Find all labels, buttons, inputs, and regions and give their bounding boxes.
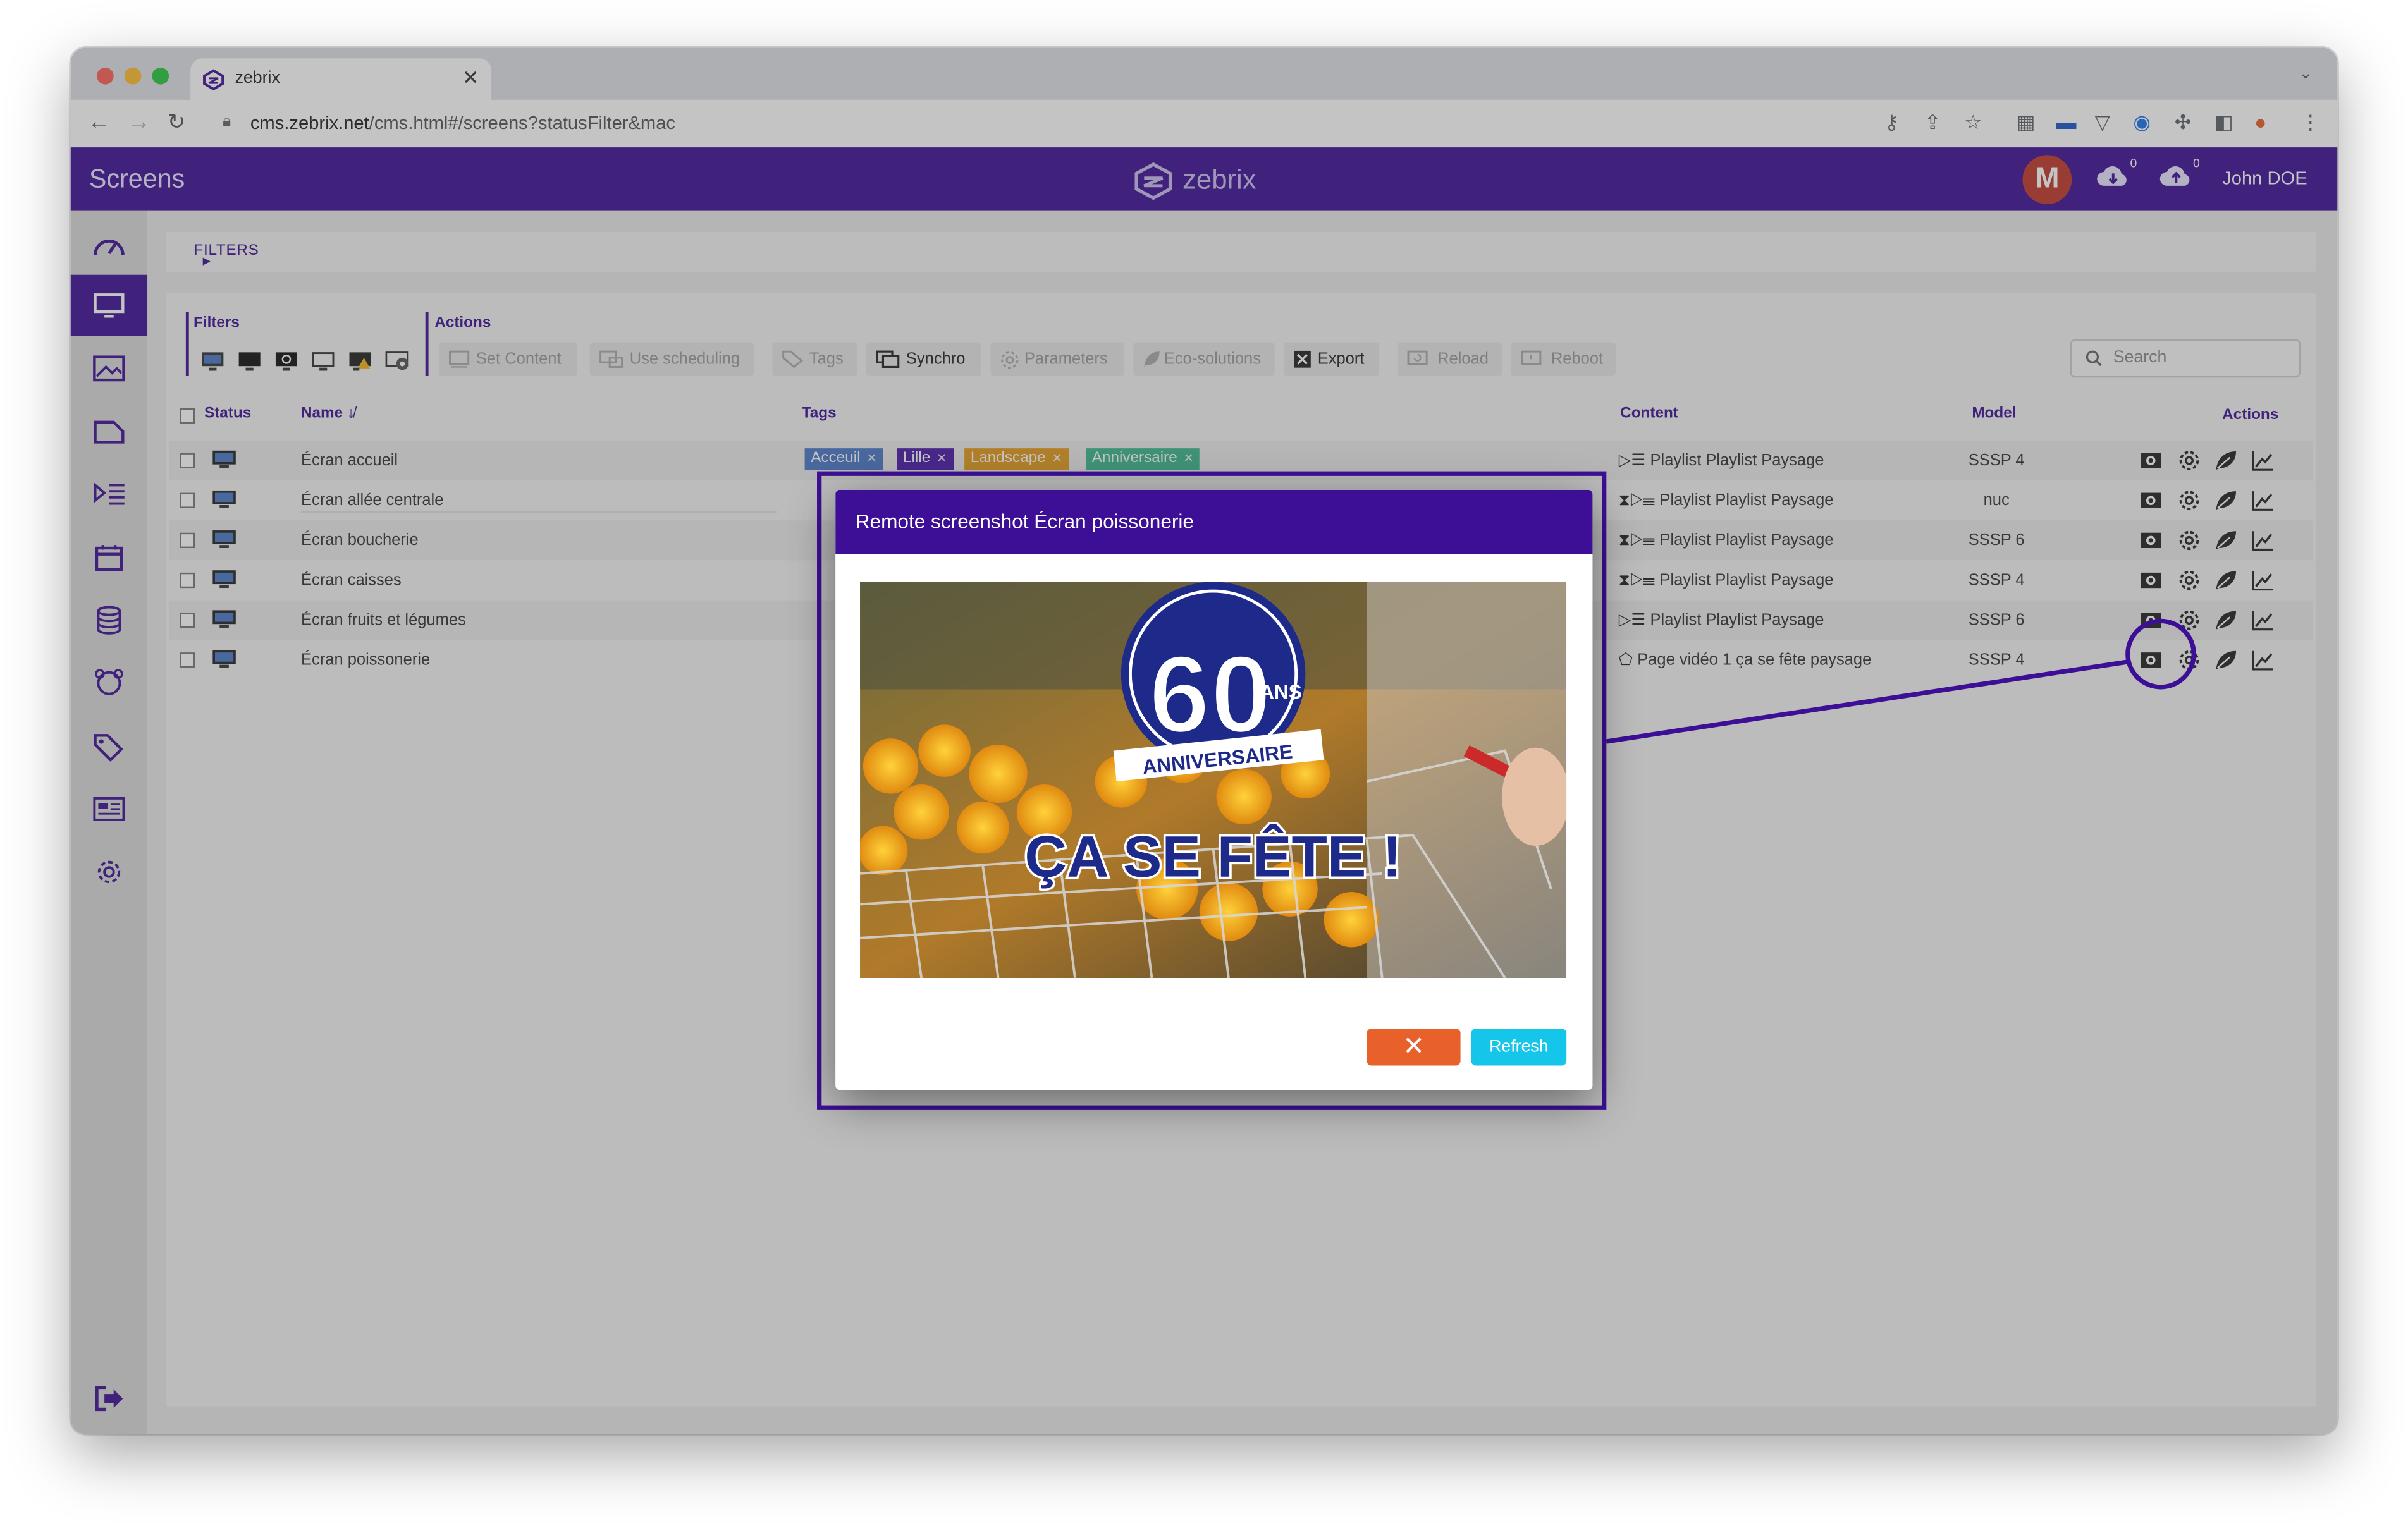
remote-screenshot-dialog: Remote screenshot Écran poissonerie 60 A… bbox=[835, 489, 1593, 1090]
remote-screenshot-image: 60 ANS ANNIVERSAIRE ÇA SE FÊTE ! bbox=[860, 582, 1567, 979]
annotation-highlight-circle bbox=[2125, 618, 2196, 690]
screenshot-headline: ÇA SE FÊTE ! bbox=[1024, 824, 1401, 889]
screenshot-badge-suffix: ANS bbox=[1260, 680, 1302, 703]
browser-window: zebrix ✕ ⌄ ← → ↻ 🔒︎ cms.zebrix.net/cms.h… bbox=[70, 47, 2338, 1434]
close-dialog-button[interactable]: ✕ bbox=[1367, 1029, 1461, 1066]
close-icon: ✕ bbox=[1403, 1032, 1425, 1061]
dialog-title: Remote screenshot Écran poissonerie bbox=[855, 510, 1194, 533]
refresh-button[interactable]: Refresh bbox=[1471, 1029, 1567, 1066]
remote-screenshot-picture: 60 ANS ANNIVERSAIRE ÇA SE FÊTE ! bbox=[860, 582, 1567, 979]
dialog-header: Remote screenshot Écran poissonerie bbox=[835, 489, 1593, 554]
